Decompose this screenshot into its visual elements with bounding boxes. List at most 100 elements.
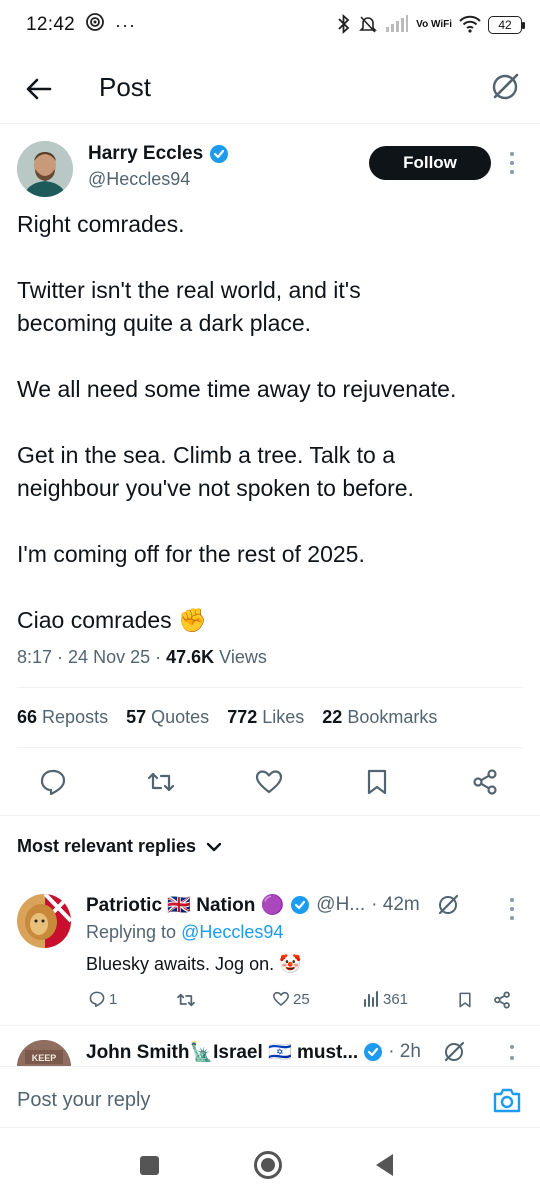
system-back-button[interactable]: [376, 1154, 393, 1176]
page-title: Post: [99, 72, 152, 102]
grok-icon[interactable]: [442, 1040, 466, 1064]
home-button[interactable]: [254, 1151, 282, 1179]
bluetooth-icon: [337, 13, 351, 37]
reply-icon: [89, 991, 105, 1007]
reply-header: Patriotic 🇬🇧 Nation 🟣 @H... · 42m: [86, 893, 460, 917]
reply-author-name[interactable]: Patriotic 🇬🇧 Nation 🟣: [86, 893, 284, 917]
repost-button[interactable]: [146, 767, 176, 797]
stats-divider: [17, 747, 523, 748]
reply-more-options-button[interactable]: [504, 1041, 520, 1063]
bookmark-icon: [459, 992, 471, 1008]
replying-to: Replying to @Heccles94: [86, 922, 284, 942]
post-paragraph: Ciao comrades ✊: [17, 607, 207, 633]
reposts-stat[interactable]: 66 Reposts: [17, 707, 108, 728]
system-navigation-bar: [0, 1128, 540, 1200]
author-avatar[interactable]: [17, 141, 73, 197]
post-date: 24 Nov 25: [68, 647, 151, 667]
bookmarks-stat[interactable]: 22 Bookmarks: [322, 707, 437, 728]
reply-views-button[interactable]: 361: [362, 990, 408, 1008]
reply-header: John Smith🗽Israel 🇮🇱 must... · 2h: [86, 1040, 466, 1064]
reply-author-name[interactable]: John Smith🗽Israel 🇮🇱 must...: [86, 1040, 358, 1064]
recent-apps-button[interactable]: [140, 1156, 159, 1175]
post-paragraph: We all need some time away to rejuvenate…: [17, 376, 457, 402]
signal-icon: [385, 14, 409, 36]
heart-icon: [273, 991, 289, 1006]
reply-replies-count: 1: [109, 990, 118, 1008]
reply-bookmark-button[interactable]: [456, 990, 474, 1010]
mute-icon: [358, 14, 378, 37]
reply-composer: [0, 1066, 540, 1128]
header-divider: [0, 123, 540, 124]
wifi-icon: [459, 15, 481, 36]
reply-likes-count: 25: [293, 990, 310, 1008]
reply-views-count: 361: [383, 990, 409, 1008]
more-dot: [510, 160, 514, 165]
vowifi-indicator: Vo WiFi: [416, 19, 452, 30]
replies-sort-label: Most relevant replies: [17, 836, 197, 856]
verified-badge-icon: [210, 145, 229, 163]
more-dot: [510, 898, 514, 903]
post-views-label: Views: [219, 647, 267, 667]
more-dot: [510, 1055, 514, 1060]
svg-text:KEEP: KEEP: [32, 1053, 57, 1063]
data-saver-icon: [85, 12, 105, 38]
battery-indicator: 42: [488, 16, 525, 34]
reply-repost-button[interactable]: [176, 990, 196, 1010]
post-paragraph: Right comrades.: [17, 211, 185, 237]
grok-icon[interactable]: [436, 893, 460, 917]
arrow-left-icon: [26, 78, 52, 100]
post-action-bar: [0, 762, 540, 802]
author-name-text: Harry Eccles: [88, 143, 204, 164]
verified-badge-icon: [291, 896, 310, 914]
back-button[interactable]: [22, 72, 56, 106]
reply-divider: [0, 1025, 540, 1026]
post-time: 8:17: [17, 647, 53, 667]
like-button[interactable]: [254, 767, 284, 797]
likes-stat[interactable]: 772 Likes: [227, 707, 304, 728]
reply-like-button[interactable]: 25: [272, 990, 310, 1008]
analytics-icon: [364, 991, 378, 1007]
replies-sort-dropdown[interactable]: Most relevant replies: [17, 836, 222, 857]
repost-icon: [147, 772, 175, 792]
bookmark-button[interactable]: [362, 767, 392, 797]
post-meta: 8:17 · 24 Nov 25 · 47.6K Views: [17, 647, 267, 667]
post-views-count[interactable]: 47.6K: [166, 647, 214, 667]
reply-action-bar: 1 25 361: [86, 990, 526, 1014]
reply-time: · 2h: [388, 1041, 421, 1062]
reply-avatar[interactable]: [17, 894, 71, 948]
more-dot: [510, 1044, 514, 1049]
post-text: Right comrades. Twitter isn't the real w…: [17, 208, 522, 637]
actions-divider: [0, 815, 540, 816]
more-dot: [510, 152, 514, 157]
share-icon: [473, 769, 497, 795]
reply-author-handle[interactable]: @H...: [316, 894, 365, 916]
quotes-stat[interactable]: 57 Quotes: [126, 707, 209, 728]
more-dot: [510, 915, 514, 920]
author-name[interactable]: Harry Eccles: [88, 143, 229, 165]
status-time: 12:42: [26, 14, 76, 35]
reply-share-button[interactable]: [492, 990, 512, 1010]
chevron-down-icon: [206, 842, 222, 851]
heart-icon: [255, 770, 283, 794]
follow-button[interactable]: Follow: [369, 146, 491, 180]
grok-button[interactable]: [488, 70, 522, 104]
replying-to-link[interactable]: @Heccles94: [181, 922, 283, 942]
post-more-options-button[interactable]: [504, 150, 520, 176]
camera-icon: [493, 1088, 521, 1113]
reply-reply-button[interactable]: 1: [88, 990, 117, 1008]
more-dot: [510, 906, 514, 911]
verified-badge-icon: [364, 1043, 383, 1061]
reply-input[interactable]: [17, 1089, 437, 1112]
reply-button[interactable]: [38, 767, 68, 797]
bookmark-icon: [367, 769, 387, 795]
share-button[interactable]: [470, 767, 500, 797]
reply-more-options-button[interactable]: [504, 896, 520, 922]
repost-icon: [177, 993, 195, 1007]
post-paragraph: Get in the sea. Climb a tree. Talk to a …: [17, 442, 414, 501]
camera-button[interactable]: [492, 1086, 522, 1114]
author-handle[interactable]: @Heccles94: [88, 169, 190, 190]
post-paragraph: I'm coming off for the rest of 2025.: [17, 541, 365, 567]
reply-time: · 42m: [371, 894, 420, 915]
more-dot: [510, 169, 514, 174]
reply-text: Bluesky awaits. Jog on. 🤡: [86, 954, 302, 974]
